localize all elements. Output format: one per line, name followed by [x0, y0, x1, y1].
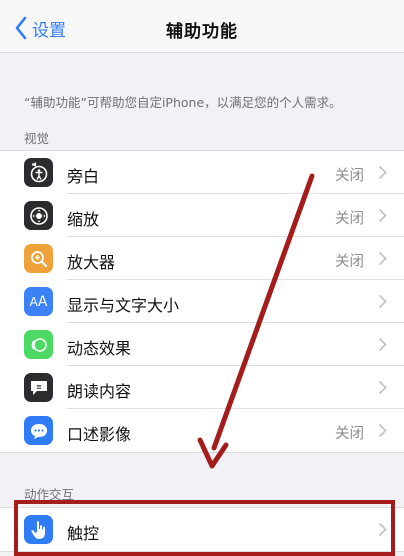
row-spoken-content[interactable]: ≡ 朗读内容: [0, 366, 404, 409]
row-magnifier[interactable]: 放大器 关闭: [0, 237, 404, 280]
svg-text:≡: ≡: [36, 383, 42, 391]
row-label: 放大器: [67, 253, 116, 272]
row-label: 旁白: [67, 167, 100, 186]
row-voiceover[interactable]: 旁白 关闭: [0, 151, 404, 194]
row-display-text-size[interactable]: AA 显示与文字大小: [0, 280, 404, 323]
page-title: 辅助功能: [166, 22, 238, 42]
row-label: 动态效果: [67, 339, 132, 358]
row-value: 关闭: [335, 426, 364, 442]
chevron-right-icon: [378, 423, 387, 438]
vision-settings-group: 旁白 关闭 缩放 关闭 放大器 关闭 AA 显示与文字大小 动态效果 ≡ 朗读内…: [0, 150, 404, 453]
annotation-highlight-box: [14, 500, 395, 556]
row-label: 显示与文字大小: [67, 296, 180, 315]
chevron-right-icon: [378, 380, 387, 395]
navigation-bar: 设置 辅助功能: [0, 0, 404, 53]
accessibility-description: “辅助功能”可帮助您自定iPhone，以满足您的个人需求。: [24, 95, 342, 110]
voiceover-icon: [24, 158, 53, 187]
spoken-content-icon: ≡: [24, 373, 53, 402]
row-value: 关闭: [335, 254, 364, 270]
chevron-right-icon: [378, 294, 387, 309]
row-motion[interactable]: 动态效果: [0, 323, 404, 366]
row-value: 关闭: [335, 211, 364, 227]
chevron-right-icon: [378, 208, 387, 223]
row-zoom[interactable]: 缩放 关闭: [0, 194, 404, 237]
row-value: 关闭: [335, 168, 364, 184]
row-label: 朗读内容: [67, 382, 132, 401]
zoom-icon: [24, 201, 53, 230]
text-size-icon: AA: [24, 287, 53, 316]
row-label: 口述影像: [67, 425, 132, 444]
motion-icon: [24, 330, 53, 359]
row-label: 缩放: [67, 210, 100, 229]
chevron-right-icon: [378, 337, 387, 352]
section-header-vision: 视觉: [24, 131, 50, 146]
chevron-right-icon: [378, 251, 387, 266]
audio-description-icon: [24, 416, 53, 445]
chevron-right-icon: [378, 165, 387, 180]
row-audio-descriptions[interactable]: 口述影像 关闭: [0, 409, 404, 452]
magnifier-icon: [24, 244, 53, 273]
